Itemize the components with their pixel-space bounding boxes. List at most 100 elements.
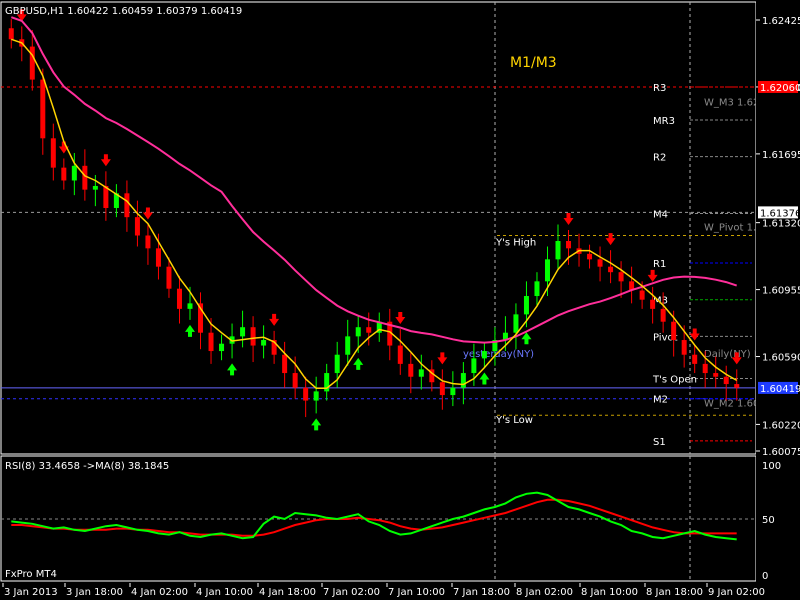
broker-label: FxPro MT4 (5, 569, 57, 580)
sell-arrow (605, 233, 616, 246)
candle (50, 123, 56, 181)
candle-body (397, 345, 403, 364)
weekly-label-w-pivot-1-6: W_Pivot 1.6 (704, 222, 763, 233)
candle-body (29, 46, 35, 80)
rsi-ma-line (11, 498, 737, 537)
candle-body (124, 193, 130, 218)
sell-arrow (647, 269, 658, 282)
pivot-label-r1: R1 (653, 259, 666, 270)
candle-body (334, 354, 340, 374)
candle (303, 376, 309, 418)
price-tick-label: 1.61695 (762, 150, 800, 161)
candle (345, 319, 351, 366)
candle-body (261, 340, 267, 346)
candle (313, 376, 319, 414)
candle (282, 341, 288, 388)
candle (198, 292, 204, 350)
candle-body (587, 253, 593, 260)
ys-low-label: Y's Low (495, 415, 533, 426)
candle-body (566, 241, 572, 249)
candle-body (408, 363, 414, 377)
candle-body (82, 165, 88, 190)
candle-body (460, 373, 466, 388)
buy-arrow (353, 357, 364, 370)
price-tick-label: 1.61320 (762, 219, 800, 230)
candle (629, 266, 635, 304)
candle (103, 171, 109, 221)
pivot-label-t-s-open: T's Open (652, 375, 697, 386)
sell-arrow (563, 212, 574, 225)
candle (376, 312, 382, 342)
candle-body (366, 327, 372, 333)
rsi-frame (0, 455, 757, 582)
candle-body (71, 165, 77, 181)
slow-moving-average (10, 16, 738, 344)
candle (650, 286, 656, 324)
candle (723, 365, 729, 401)
candle (124, 180, 130, 232)
candle-body (702, 363, 708, 374)
candle (397, 329, 403, 375)
price-chart[interactable]: R3MR3R2M4R1M3PivotT's OpenM2S1W_M3 1.62W… (0, 0, 800, 455)
candle (418, 354, 424, 390)
candle-body (723, 376, 729, 385)
candle (219, 334, 225, 361)
candle-body (240, 327, 246, 337)
candle-body (534, 281, 540, 297)
time-label: 4 Jan 18:00 (259, 587, 316, 598)
candle (450, 371, 456, 407)
rsi-line (11, 491, 737, 541)
candle (240, 310, 246, 348)
pivot-label-m4: M4 (653, 209, 668, 220)
candle (555, 224, 561, 271)
price-tick-label: 1.60220 (762, 420, 800, 431)
candle (618, 261, 624, 298)
candle-body (219, 343, 225, 352)
main-frame (0, 1, 757, 455)
price-tag-text-alert: 1.62060 (760, 83, 800, 94)
sell-arrow (437, 352, 448, 365)
candle-body (50, 138, 56, 168)
candle (587, 244, 593, 269)
rsi-label: RSI(8) 33.4658 ->MA(8) 38.1845 (5, 461, 169, 472)
candle (713, 356, 719, 388)
candle (271, 330, 277, 364)
candle (176, 275, 182, 324)
candle (387, 308, 393, 361)
rsi-subwindow[interactable]: 100 50 0 RSI(8) 33.4658 ->MA(8) 38.1845 FxPr… (0, 455, 800, 583)
time-label: 3 Jan 2013 (4, 587, 58, 598)
time-label: 7 Jan 10:00 (388, 587, 445, 598)
candle-body (61, 167, 67, 181)
symbol-header: GBPUSD,H1 1.60422 1.60459 1.60379 1.6041… (5, 6, 242, 17)
candle-body (176, 288, 182, 309)
sell-arrow (100, 154, 111, 167)
price-tag-text-level: 1.61376 (760, 208, 800, 219)
candle-body (692, 354, 698, 364)
fast-moving-average (11, 38, 738, 389)
candle-body (450, 387, 456, 396)
candle-body (513, 314, 519, 333)
candle (324, 363, 330, 401)
candle-body (608, 266, 614, 273)
candle-body (471, 358, 477, 374)
pivot-label-r3: R3 (653, 83, 666, 94)
candle (597, 246, 603, 282)
candle-body (681, 340, 687, 355)
ys-high-label: Y's High (495, 238, 536, 249)
candle (29, 30, 35, 91)
candle (429, 360, 435, 392)
buy-arrow (227, 363, 238, 376)
price-tick-label: 1.60955 (762, 286, 800, 297)
rsi-scale-50: 50 (762, 515, 775, 526)
candle-body (155, 248, 161, 267)
rsi-scale-top: 100 (762, 461, 781, 472)
candle-body (439, 382, 445, 396)
price-tick-label: 1.60590 (762, 353, 800, 364)
candle-body (618, 272, 624, 282)
candle-body (418, 369, 424, 377)
candle (366, 312, 372, 346)
indicator-label: M1/M3 (510, 55, 557, 71)
pivot-label-m2: M2 (653, 395, 668, 406)
candle-body (8, 28, 14, 40)
time-label: 4 Jan 10:00 (196, 587, 253, 598)
